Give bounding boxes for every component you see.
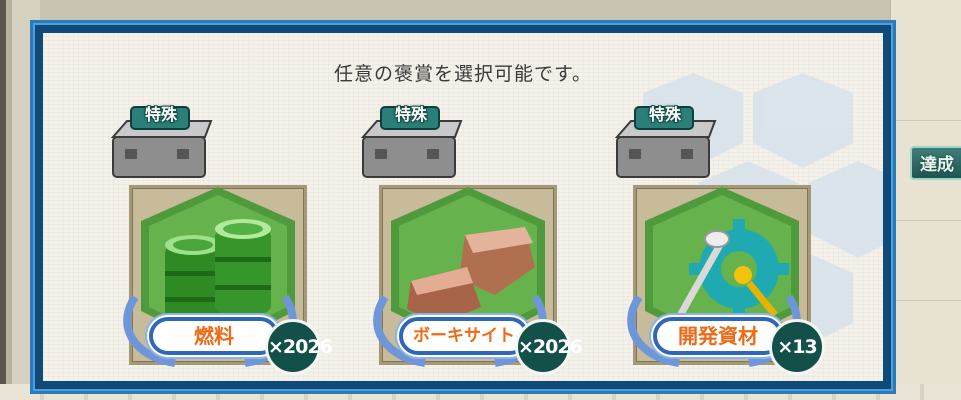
reward-card-development-material[interactable]: 特殊 開発資材 ×13 (609, 97, 839, 375)
reward-select-dialog: 任意の褒賞を選択可能です。 特殊 燃料 ×2026 特殊 ボーキサイト ×202… (30, 20, 896, 394)
reward-count: ×2026 (265, 319, 333, 375)
special-badge: 特殊 (394, 105, 427, 124)
reward-name: ボーキサイト (399, 317, 529, 355)
achievement-tag[interactable]: 達成 (910, 146, 961, 180)
background-right (890, 0, 961, 400)
reward-name: 燃料 (149, 317, 279, 355)
dialog-title: 任意の褒賞を選択可能です。 (333, 63, 593, 85)
reward-count: ×2026 (515, 319, 583, 375)
dialog-panel: 任意の褒賞を選択可能です。 特殊 燃料 ×2026 特殊 ボーキサイト ×202… (43, 33, 883, 381)
reward-count: ×13 (769, 319, 825, 375)
reward-card-bauxite[interactable]: 特殊 ボーキサイト ×2026 (355, 97, 585, 375)
reward-name: 開発資材 (653, 317, 783, 355)
reward-card-fuel[interactable]: 特殊 燃料 ×2026 (105, 97, 335, 375)
special-badge: 特殊 (648, 105, 681, 124)
special-badge: 特殊 (144, 105, 177, 124)
